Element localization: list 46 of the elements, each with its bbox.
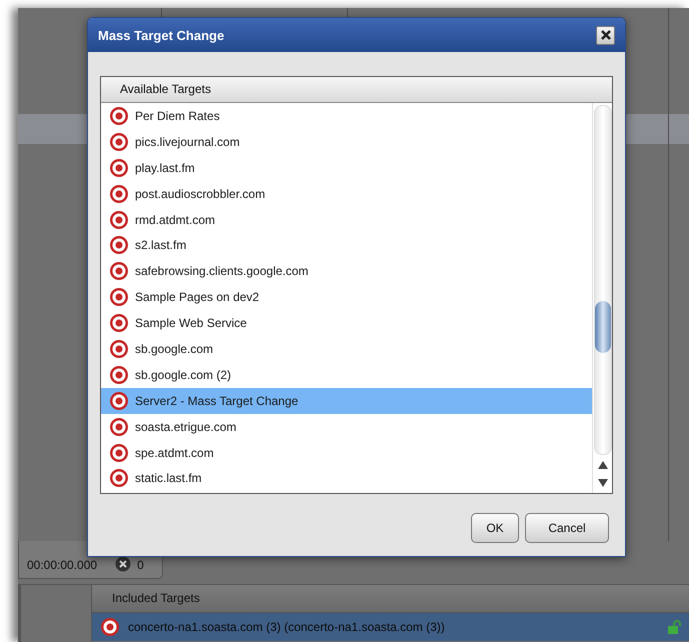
scrollbar[interactable] [592, 103, 612, 493]
target-list-item[interactable]: spe.atdmt.com [101, 440, 592, 466]
close-button[interactable] [596, 26, 615, 44]
target-icon [109, 468, 129, 488]
dialog-button[interactable]: OK [471, 513, 519, 543]
scroll-up-icon[interactable] [598, 461, 608, 469]
dialog-title: Mass Target Change [98, 28, 224, 42]
target-icon [109, 106, 129, 126]
target-icon [109, 416, 129, 437]
lock-icon [667, 620, 683, 634]
target-list-item[interactable]: static.last.fm [101, 465, 592, 492]
target-list-item[interactable]: s2.last.fm [101, 232, 592, 258]
target-list-item[interactable]: Server2 - Mass Target Change [101, 388, 592, 414]
target-list-item[interactable]: pics.livejournal.com [101, 128, 592, 155]
target-list-item[interactable]: Per Diem Rates [101, 103, 592, 129]
column-header: Available Targets [101, 77, 612, 103]
scroll-down-icon[interactable] [598, 479, 608, 487]
target-icon [109, 184, 129, 204]
elapsed-time: 00:00:00.000 [27, 558, 98, 572]
target-icon [109, 261, 129, 282]
target-list-item[interactable]: soasta.etrigue.com [101, 414, 592, 440]
column-header: Included Targets [92, 585, 689, 613]
target-icon [109, 338, 129, 359]
target-list-item[interactable]: Sample Web Service [101, 310, 592, 336]
target-list-item[interactable]: safebrowsing.clients.google.com [101, 258, 592, 284]
target-icon [109, 210, 129, 230]
target-icon [109, 442, 129, 463]
dialog-button[interactable]: Cancel [525, 513, 609, 543]
target-list-item[interactable]: rmd.atdmt.com [101, 206, 592, 232]
target-list-item[interactable]: Sample Pages on dev2 [101, 284, 592, 310]
target-icon [109, 313, 129, 334]
close-icon [600, 29, 612, 41]
target-icon [109, 235, 129, 256]
target-list-item[interactable]: sb.google.com (2) [101, 362, 592, 388]
target-icon [109, 390, 129, 411]
target-list-item[interactable]: play.last.fm [101, 154, 592, 181]
target-list-item[interactable]: sb.google.com [101, 336, 592, 362]
target-icon [109, 132, 129, 152]
target-icon [109, 158, 129, 178]
target-icon [109, 364, 129, 385]
target-icon [100, 617, 120, 637]
target-icon [109, 287, 129, 308]
error-count: 0 [137, 558, 144, 572]
target-list-item[interactable]: post.audioscrobbler.com [101, 180, 592, 207]
target-label: concerto-na1.soasta.com (3) (concerto-na1.soasta.com (3)) [128, 620, 446, 634]
scroll-thumb[interactable] [594, 301, 610, 353]
